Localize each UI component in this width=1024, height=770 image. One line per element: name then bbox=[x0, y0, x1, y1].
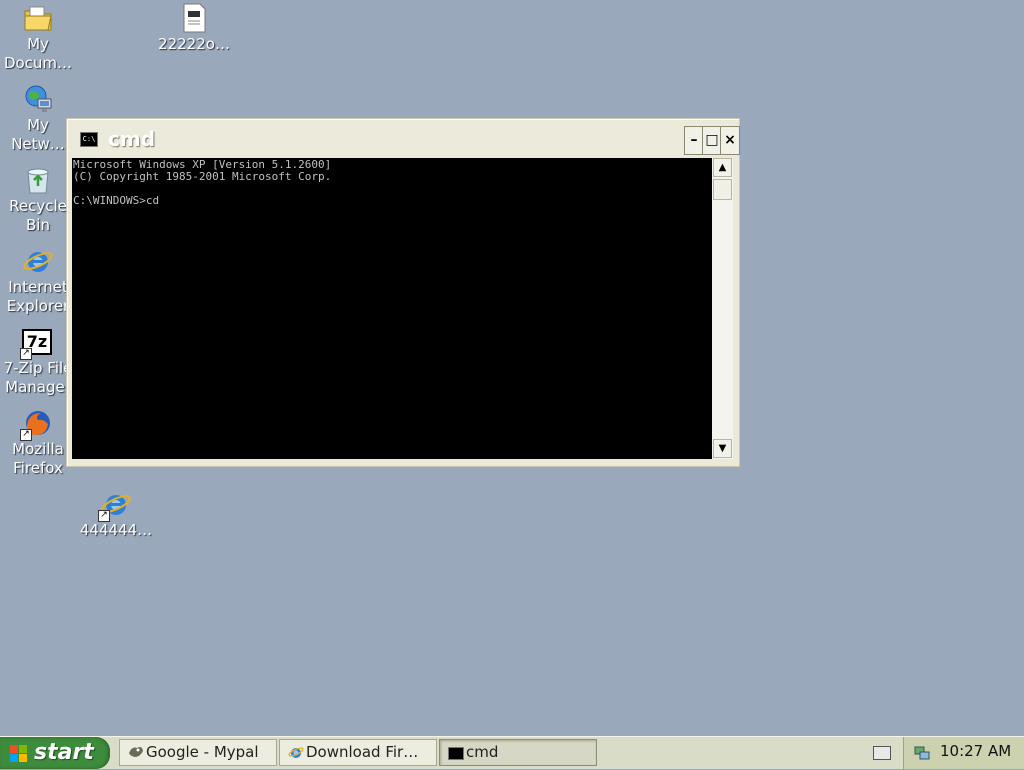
desktop-icon-label: 22222o… bbox=[158, 35, 230, 53]
document-file-icon bbox=[178, 2, 210, 34]
vertical-scrollbar[interactable]: ▲ ▼ bbox=[712, 158, 733, 459]
my-documents-folder-icon bbox=[22, 2, 54, 34]
my-network-places-icon bbox=[22, 83, 54, 115]
taskbar-button-download-firefox[interactable]: Download Fir… bbox=[279, 739, 437, 766]
internet-explorer-icon bbox=[288, 747, 304, 758]
desktop-icon-my-documents[interactable]: My Docum… bbox=[0, 2, 77, 73]
keyboard-layout-icon[interactable] bbox=[873, 746, 891, 760]
desktop-icon-ie-shortcut[interactable]: ↗ 444444… bbox=[77, 488, 155, 540]
clock[interactable]: 10:27 AM bbox=[940, 742, 1011, 760]
start-button[interactable]: start bbox=[0, 737, 110, 769]
shortcut-arrow-icon: ↗ bbox=[98, 510, 110, 522]
shortcut-arrow-icon: ↗ bbox=[20, 348, 32, 360]
taskbar-button-mypal[interactable]: Google - Mypal bbox=[119, 739, 277, 766]
task-label: Download Fir… bbox=[306, 743, 419, 761]
7zip-icon: 7z ↗ bbox=[20, 326, 54, 360]
system-tray: 10:27 AM bbox=[903, 737, 1024, 769]
desktop-icon-label: 444444… bbox=[79, 521, 153, 539]
task-label: cmd bbox=[466, 743, 499, 761]
window-titlebar[interactable]: C:\ cmd – □ × bbox=[70, 122, 740, 156]
shortcut-arrow-icon: ↗ bbox=[20, 429, 32, 441]
start-label: start bbox=[34, 740, 94, 765]
mypal-icon bbox=[129, 747, 143, 757]
taskbar: start Google - Mypal Download Fir… cmd 1… bbox=[0, 736, 1024, 769]
internet-explorer-icon bbox=[22, 245, 54, 277]
windows-flag-icon bbox=[10, 745, 27, 762]
scrollbar-thumb[interactable] bbox=[713, 179, 732, 200]
scroll-down-button[interactable]: ▼ bbox=[713, 439, 732, 458]
close-button[interactable]: × bbox=[720, 126, 740, 155]
cmd-icon bbox=[448, 747, 464, 760]
firefox-icon: ↗ bbox=[20, 407, 54, 441]
console-output[interactable]: Microsoft Windows XP [Version 5.1.2600] … bbox=[72, 158, 712, 459]
taskbar-button-cmd[interactable]: cmd bbox=[439, 739, 597, 766]
internet-explorer-shortcut-icon: ↗ bbox=[98, 488, 132, 522]
task-label: Google - Mypal bbox=[146, 743, 259, 761]
window-title: cmd bbox=[108, 127, 156, 151]
cmd-icon: C:\ bbox=[80, 132, 98, 147]
scroll-up-button[interactable]: ▲ bbox=[713, 158, 732, 177]
minimize-button[interactable]: – bbox=[684, 126, 704, 155]
recycle-bin-icon bbox=[22, 164, 54, 196]
desktop-icon-document[interactable]: 22222o… bbox=[155, 2, 233, 54]
desktop-icon-label: My Docum… bbox=[3, 35, 73, 72]
network-tray-icon[interactable] bbox=[914, 745, 930, 761]
maximize-button[interactable]: □ bbox=[702, 126, 722, 155]
cmd-window[interactable]: C:\ cmd – □ × Microsoft Windows XP [Vers… bbox=[66, 118, 740, 467]
